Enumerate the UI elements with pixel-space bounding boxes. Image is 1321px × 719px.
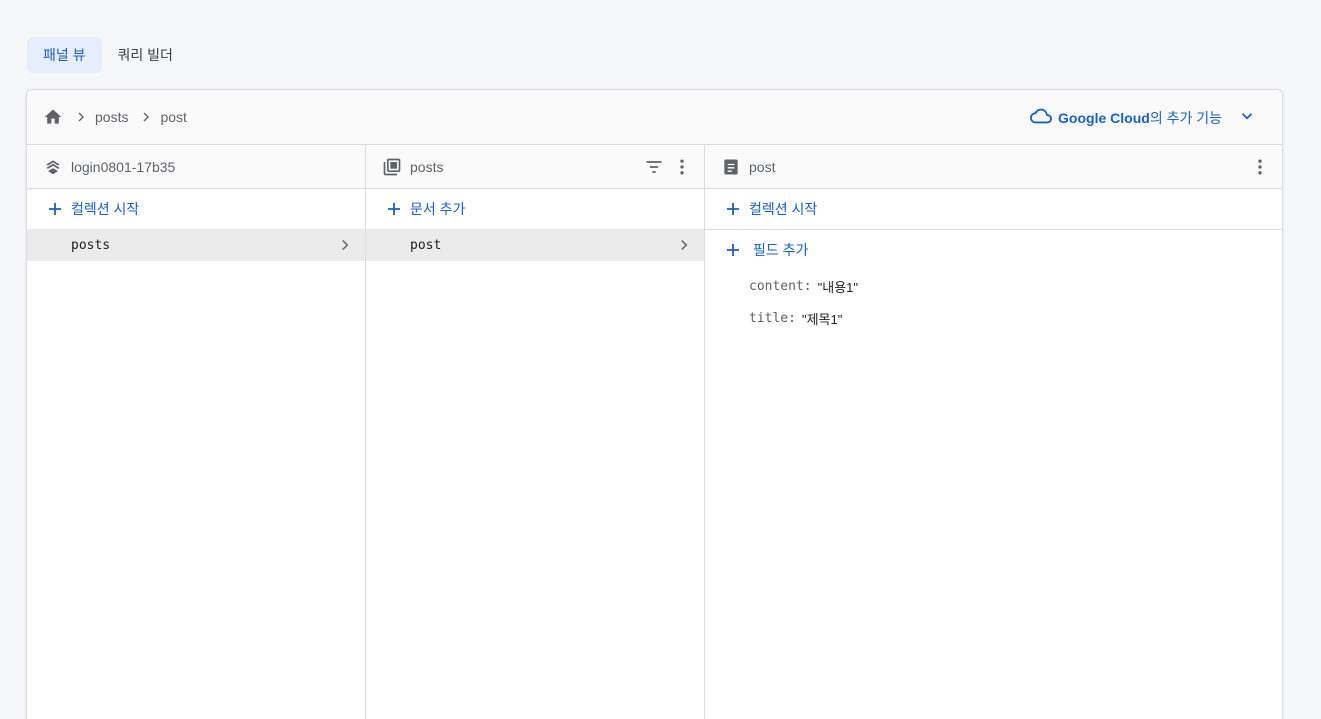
project-column-header: login0801-17b35 (27, 145, 365, 189)
field-row[interactable]: title: "제목1" (705, 302, 1282, 334)
plus-icon (723, 240, 743, 260)
field-value: "제목1" (801, 311, 843, 327)
start-collection-label: 컬렉션 시작 (71, 201, 140, 217)
plus-icon (384, 199, 404, 219)
add-field-button[interactable]: 필드 추가 (705, 230, 1282, 270)
chevron-right-icon (335, 235, 355, 255)
plus-icon (45, 199, 65, 219)
data-panel: posts post Google Cloud의 추가 기능 login0801… (26, 89, 1283, 719)
breadcrumb: posts post Google Cloud의 추가 기능 (27, 90, 1282, 145)
field-key: title: (749, 310, 796, 326)
firestore-icon (43, 157, 63, 177)
chevron-right-icon (71, 107, 91, 127)
add-document-button[interactable]: 문서 추가 (366, 189, 704, 229)
chevron-down-icon (1238, 107, 1256, 128)
collection-title: posts (410, 158, 444, 175)
add-document-label: 문서 추가 (410, 201, 466, 217)
collection-column: posts 문서 추가 post (366, 145, 705, 719)
chevron-right-icon (674, 235, 694, 255)
field-row[interactable]: content: "내용1" (705, 270, 1282, 302)
breadcrumb-item-posts[interactable]: posts (95, 109, 128, 125)
document-header-actions (1250, 145, 1270, 189)
list-item-label: posts (71, 237, 111, 253)
google-cloud-suffix: 의 추가 기능 (1149, 109, 1222, 126)
cloud-icon (1030, 105, 1053, 130)
document-icon (721, 157, 741, 177)
collection-icon (382, 157, 402, 177)
start-collection-button[interactable]: 컬렉션 시작 (27, 189, 365, 229)
home-icon[interactable] (43, 107, 63, 127)
more-vert-icon[interactable] (672, 157, 692, 177)
chevron-right-icon (136, 107, 156, 127)
start-subcollection-label: 컬렉션 시작 (749, 201, 818, 217)
start-subcollection-button[interactable]: 컬렉션 시작 (705, 189, 1282, 230)
list-item-label: post (410, 237, 442, 253)
columns: login0801-17b35 컬렉션 시작 posts posts 문서 추가… (27, 145, 1282, 719)
project-title: login0801-17b35 (71, 158, 176, 175)
breadcrumb-item-post[interactable]: post (160, 109, 186, 125)
collection-column-header: posts (366, 145, 704, 189)
add-field-label: 필드 추가 (753, 242, 809, 258)
more-vert-icon[interactable] (1250, 157, 1270, 177)
field-value: "내용1" (817, 279, 859, 295)
filter-icon[interactable] (644, 157, 664, 177)
project-column: login0801-17b35 컬렉션 시작 posts (27, 145, 366, 719)
document-column: post 컬렉션 시작 필드 추가 content: "내용1" title: … (705, 145, 1282, 719)
plus-icon (723, 199, 743, 219)
collection-header-actions (644, 145, 692, 189)
document-title: post (749, 158, 776, 175)
field-key: content: (749, 278, 812, 294)
tab-query-builder[interactable]: 쿼리 빌더 (102, 37, 189, 73)
google-cloud-brand: Google Cloud (1058, 109, 1150, 126)
list-item[interactable]: posts (27, 229, 365, 261)
google-cloud-features-button[interactable]: Google Cloud의 추가 기능 (1030, 90, 1256, 145)
view-tabs: 패널 뷰 쿼리 빌더 (27, 37, 189, 73)
document-column-header: post (705, 145, 1282, 189)
tab-panel-view[interactable]: 패널 뷰 (27, 37, 102, 73)
list-item[interactable]: post (366, 229, 704, 261)
